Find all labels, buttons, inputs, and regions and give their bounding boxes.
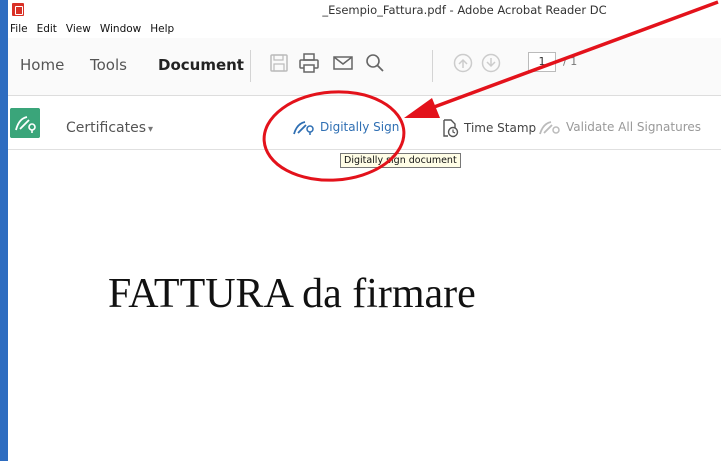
mail-icon[interactable] bbox=[332, 52, 354, 74]
main-toolbar: Home Tools Document 1 / 1 bbox=[8, 38, 721, 96]
certificates-dropdown[interactable]: Certificates ▾ bbox=[66, 120, 153, 136]
menu-bar: File Edit View Window Help bbox=[8, 20, 721, 38]
page-total: / 1 bbox=[563, 55, 578, 68]
menu-view[interactable]: View bbox=[66, 23, 91, 35]
window-border bbox=[0, 0, 8, 461]
search-icon[interactable] bbox=[364, 52, 386, 74]
validate-all-signatures-button[interactable]: Validate All Signatures bbox=[538, 118, 701, 136]
time-stamp-button[interactable]: Time Stamp bbox=[440, 118, 536, 138]
digitally-sign-button[interactable]: Digitally Sign bbox=[292, 118, 399, 136]
menu-file[interactable]: File bbox=[10, 23, 28, 35]
menu-help[interactable]: Help bbox=[150, 23, 174, 35]
toolbar-separator bbox=[250, 50, 251, 82]
pen-signature-icon bbox=[293, 121, 314, 135]
time-stamp-icon bbox=[443, 119, 459, 138]
tooltip: Digitally sign document bbox=[340, 153, 461, 168]
menu-window[interactable]: Window bbox=[100, 23, 141, 35]
window-title: _Esempio_Fattura.pdf - Adobe Acrobat Rea… bbox=[322, 3, 607, 17]
tab-document[interactable]: Document bbox=[158, 56, 244, 74]
document-title: FATTURA da firmare bbox=[108, 271, 476, 317]
validate-signature-icon bbox=[539, 121, 560, 135]
page-up-icon[interactable] bbox=[452, 52, 474, 74]
menu-edit[interactable]: Edit bbox=[37, 23, 57, 35]
page-down-icon[interactable] bbox=[480, 52, 502, 74]
tab-tools[interactable]: Tools bbox=[90, 56, 127, 74]
print-icon[interactable] bbox=[298, 52, 320, 74]
tab-home[interactable]: Home bbox=[20, 56, 64, 74]
save-icon[interactable] bbox=[268, 52, 290, 74]
validate-all-label: Validate All Signatures bbox=[566, 120, 702, 134]
certificates-label: Certificates bbox=[66, 120, 147, 136]
certificates-tool-icon[interactable] bbox=[10, 108, 40, 138]
page-number-input[interactable]: 1 bbox=[528, 52, 556, 72]
digitally-sign-label: Digitally Sign bbox=[320, 120, 400, 134]
toolbar-separator bbox=[432, 50, 433, 82]
chevron-down-icon: ▾ bbox=[148, 124, 154, 135]
time-stamp-label: Time Stamp bbox=[464, 121, 537, 135]
title-bar: _Esempio_Fattura.pdf - Adobe Acrobat Rea… bbox=[8, 0, 721, 20]
certificates-toolbar: Certificates ▾ Digitally Sign Time Stamp … bbox=[8, 96, 721, 150]
